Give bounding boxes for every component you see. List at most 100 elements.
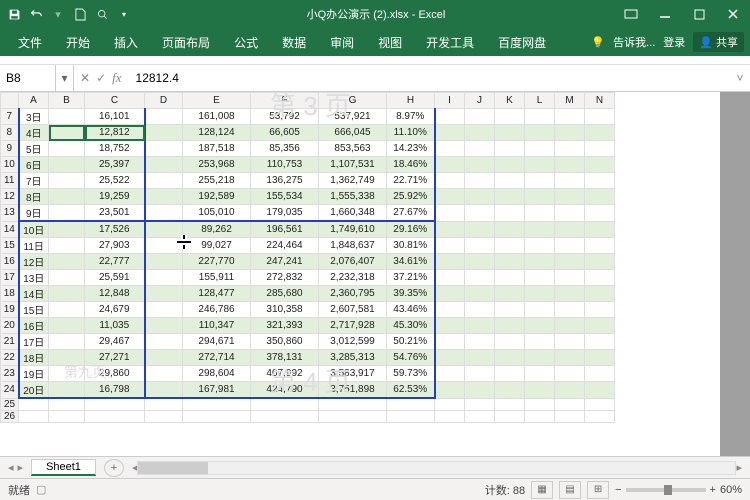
cell[interactable] — [145, 318, 183, 334]
cell[interactable]: 128,477 — [183, 286, 251, 302]
cell[interactable]: 187,518 — [183, 141, 251, 157]
cell[interactable] — [465, 410, 495, 422]
cell[interactable]: 5日 — [19, 141, 49, 157]
cell[interactable] — [19, 410, 49, 422]
view-pagebreak-icon[interactable]: ⊞ — [587, 481, 609, 499]
cell[interactable]: 45.30% — [387, 318, 435, 334]
cell[interactable]: 285,680 — [251, 286, 319, 302]
cell[interactable] — [555, 350, 585, 366]
row-header[interactable]: 21 — [1, 334, 19, 350]
tab-review[interactable]: 审阅 — [318, 28, 366, 56]
cell[interactable]: 14.23% — [387, 141, 435, 157]
cell[interactable]: 11日 — [19, 238, 49, 254]
cell[interactable]: 110,753 — [251, 157, 319, 173]
cell[interactable]: 853,563 — [319, 141, 387, 157]
cell[interactable] — [465, 109, 495, 125]
cell[interactable] — [585, 189, 615, 205]
sheet-nav-last-icon[interactable]: ▸ — [18, 461, 24, 474]
col-header[interactable]: M — [555, 93, 585, 109]
cell[interactable]: 246,786 — [183, 302, 251, 318]
redo-dropdown-icon[interactable]: ▾ — [50, 6, 66, 22]
cell[interactable] — [525, 286, 555, 302]
row-header[interactable]: 7 — [1, 109, 19, 125]
cell[interactable] — [555, 318, 585, 334]
cell[interactable]: 4日 — [19, 125, 49, 141]
cell[interactable] — [495, 382, 525, 399]
cell[interactable] — [495, 221, 525, 238]
name-box[interactable]: B8 — [0, 65, 56, 91]
cell[interactable]: 378,131 — [251, 350, 319, 366]
cell[interactable] — [465, 189, 495, 205]
cell[interactable] — [525, 398, 555, 410]
col-header[interactable]: I — [435, 93, 465, 109]
undo-icon[interactable] — [28, 6, 44, 22]
cell[interactable] — [585, 221, 615, 238]
cell[interactable] — [585, 270, 615, 286]
col-header[interactable]: B — [49, 93, 85, 109]
cell[interactable] — [145, 254, 183, 270]
cell[interactable] — [49, 286, 85, 302]
row-header[interactable]: 8 — [1, 125, 19, 141]
cell[interactable] — [465, 318, 495, 334]
cell[interactable]: 1,848,637 — [319, 238, 387, 254]
cell[interactable] — [49, 189, 85, 205]
zoom-level[interactable]: 60% — [720, 484, 742, 496]
row-header[interactable]: 25 — [1, 398, 19, 410]
cell[interactable]: 255,218 — [183, 173, 251, 189]
zoom-in-icon[interactable]: + — [710, 484, 716, 496]
cell[interactable]: 27.67% — [387, 205, 435, 222]
cell[interactable] — [49, 410, 85, 422]
cell[interactable] — [525, 270, 555, 286]
cell[interactable]: 39.35% — [387, 286, 435, 302]
row-header[interactable]: 23 — [1, 366, 19, 382]
cell[interactable] — [495, 205, 525, 222]
row-header[interactable]: 26 — [1, 410, 19, 422]
cell[interactable] — [465, 125, 495, 141]
cell[interactable]: 16,798 — [85, 382, 145, 399]
row-header[interactable]: 18 — [1, 286, 19, 302]
macro-record-icon[interactable]: ▢ — [36, 483, 46, 496]
cell[interactable] — [465, 350, 495, 366]
tab-view[interactable]: 视图 — [366, 28, 414, 56]
col-header[interactable]: F — [251, 93, 319, 109]
cell[interactable]: 18.46% — [387, 157, 435, 173]
cell[interactable] — [49, 221, 85, 238]
cell[interactable] — [435, 398, 465, 410]
sheet-tab[interactable]: Sheet1 — [31, 459, 96, 476]
cell[interactable]: 2,360,795 — [319, 286, 387, 302]
cell[interactable]: 25,397 — [85, 157, 145, 173]
tab-home[interactable]: 开始 — [54, 28, 102, 56]
cell[interactable] — [495, 125, 525, 141]
preview-icon[interactable] — [94, 6, 110, 22]
cell[interactable]: 34.61% — [387, 254, 435, 270]
cell[interactable]: 253,968 — [183, 157, 251, 173]
cell[interactable]: 196,561 — [251, 221, 319, 238]
cell[interactable] — [495, 302, 525, 318]
cell[interactable] — [49, 318, 85, 334]
share-button[interactable]: 👤 共享 — [693, 32, 744, 52]
cell[interactable] — [585, 125, 615, 141]
cell[interactable]: 224,464 — [251, 238, 319, 254]
cell[interactable] — [145, 350, 183, 366]
cell[interactable]: 272,832 — [251, 270, 319, 286]
cell[interactable]: 50.21% — [387, 334, 435, 350]
cell[interactable]: 298,604 — [183, 366, 251, 382]
cell[interactable]: 62.53% — [387, 382, 435, 399]
cell[interactable] — [387, 398, 435, 410]
expand-formula-icon[interactable]: ˅ — [730, 71, 750, 85]
cell[interactable] — [495, 286, 525, 302]
cell[interactable] — [145, 189, 183, 205]
cell[interactable] — [145, 366, 183, 382]
cell[interactable]: 8.97% — [387, 109, 435, 125]
cell[interactable] — [465, 270, 495, 286]
cell[interactable] — [435, 221, 465, 238]
cancel-formula-icon[interactable]: ✕ — [80, 71, 90, 85]
cell[interactable]: 29,860 — [85, 366, 145, 382]
cell[interactable] — [145, 205, 183, 222]
cell[interactable] — [465, 254, 495, 270]
cell[interactable] — [525, 125, 555, 141]
cell[interactable] — [525, 334, 555, 350]
cell[interactable] — [49, 125, 85, 141]
cell[interactable]: 1,362,749 — [319, 173, 387, 189]
cell[interactable] — [251, 410, 319, 422]
